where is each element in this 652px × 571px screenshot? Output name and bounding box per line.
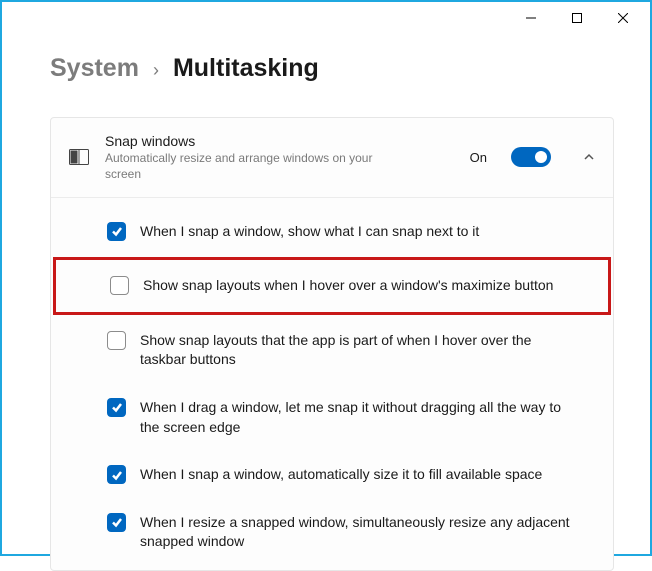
window-titlebar — [2, 2, 650, 34]
checkbox[interactable] — [107, 398, 126, 417]
maximize-button[interactable] — [554, 2, 600, 34]
snap-description: Automatically resize and arrange windows… — [105, 150, 395, 182]
settings-content: System › Multitasking Snap windows Autom… — [2, 34, 650, 571]
page-title: Multitasking — [173, 54, 319, 83]
checkmark-icon — [111, 469, 123, 481]
breadcrumb-parent[interactable]: System — [50, 54, 139, 83]
checkbox[interactable] — [107, 513, 126, 532]
minimize-icon — [526, 13, 536, 23]
snap-option-row[interactable]: When I drag a window, let me snap it wit… — [51, 384, 613, 451]
checkbox[interactable] — [110, 276, 129, 295]
close-icon — [618, 13, 628, 23]
checkmark-icon — [111, 401, 123, 413]
close-button[interactable] — [600, 2, 646, 34]
snap-option-row[interactable]: Show snap layouts that the app is part o… — [51, 317, 613, 384]
option-label: When I drag a window, let me snap it wit… — [140, 398, 570, 437]
snap-windows-panel: Snap windows Automatically resize and ar… — [50, 117, 614, 571]
snap-option-row[interactable]: Show snap layouts when I hover over a wi… — [53, 257, 611, 315]
snap-option-row[interactable]: When I snap a window, automatically size… — [51, 451, 613, 499]
minimize-button[interactable] — [508, 2, 554, 34]
checkmark-icon — [111, 516, 123, 528]
snap-options-list: When I snap a window, show what I can sn… — [51, 198, 613, 570]
snap-windows-header[interactable]: Snap windows Automatically resize and ar… — [51, 118, 613, 198]
snap-title-block: Snap windows Automatically resize and ar… — [105, 132, 454, 183]
maximize-icon — [572, 13, 582, 23]
snap-option-row[interactable]: When I snap a window, show what I can sn… — [51, 208, 613, 256]
chevron-right-icon: › — [153, 60, 159, 81]
checkbox[interactable] — [107, 465, 126, 484]
option-label: When I snap a window, automatically size… — [140, 465, 542, 485]
checkbox[interactable] — [107, 331, 126, 350]
option-label: Show snap layouts that the app is part o… — [140, 331, 570, 370]
breadcrumb: System › Multitasking — [50, 54, 614, 83]
snap-windows-toggle[interactable] — [511, 147, 551, 167]
option-label: When I resize a snapped window, simultan… — [140, 513, 570, 552]
option-label: Show snap layouts when I hover over a wi… — [143, 276, 553, 296]
snap-title: Snap windows — [105, 132, 454, 150]
chevron-up-icon — [583, 151, 595, 163]
snap-windows-icon — [69, 149, 89, 165]
checkmark-icon — [111, 225, 123, 237]
toggle-state-label: On — [470, 150, 487, 165]
option-label: When I snap a window, show what I can sn… — [140, 222, 479, 242]
checkbox[interactable] — [107, 222, 126, 241]
